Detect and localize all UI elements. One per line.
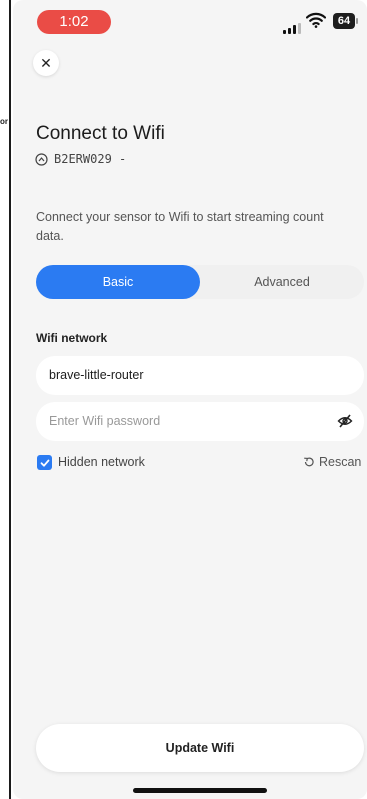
status-time: 1:02 xyxy=(37,10,111,34)
wifi-network-label: Wifi network xyxy=(36,331,108,345)
device-id: B2ERW029 - xyxy=(54,152,127,166)
rescan-button[interactable]: Rescan xyxy=(303,455,361,469)
status-bar: 1:02 64 xyxy=(13,0,367,44)
device-id-row: B2ERW029 - xyxy=(35,152,126,166)
background-app-text: or xyxy=(0,117,8,126)
wifi-password-input[interactable]: Enter Wifi password xyxy=(36,402,364,441)
background-app-border xyxy=(9,0,11,799)
close-button[interactable]: ✕ xyxy=(33,50,59,76)
hidden-network-label[interactable]: Hidden network xyxy=(58,455,145,469)
checkmark-icon xyxy=(40,459,49,467)
eye-off-icon[interactable] xyxy=(337,413,353,434)
page-title: Connect to Wifi xyxy=(36,123,165,144)
tab-advanced[interactable]: Advanced xyxy=(200,265,364,299)
home-indicator xyxy=(133,788,267,793)
battery-tip xyxy=(356,18,358,24)
mode-tabs: Basic Advanced xyxy=(36,265,364,299)
battery-icon: 64 xyxy=(333,13,355,29)
refresh-icon xyxy=(304,457,314,467)
tab-basic[interactable]: Basic xyxy=(36,265,200,299)
wifi-network-input[interactable]: brave-little-router xyxy=(36,356,364,395)
close-icon: ✕ xyxy=(40,54,52,71)
wifi-icon xyxy=(305,12,327,33)
update-wifi-button[interactable]: Update Wifi xyxy=(36,724,364,772)
signal-icon xyxy=(283,16,303,34)
connect-wifi-sheet: 1:02 64 ✕ Connect to Wifi B2ERW029 - Con… xyxy=(13,0,367,799)
rescan-label: Rescan xyxy=(319,455,362,469)
description-text: Connect your sensor to Wifi to start str… xyxy=(36,210,324,243)
hidden-network-checkbox[interactable] xyxy=(37,455,52,470)
sensor-icon xyxy=(35,152,48,166)
